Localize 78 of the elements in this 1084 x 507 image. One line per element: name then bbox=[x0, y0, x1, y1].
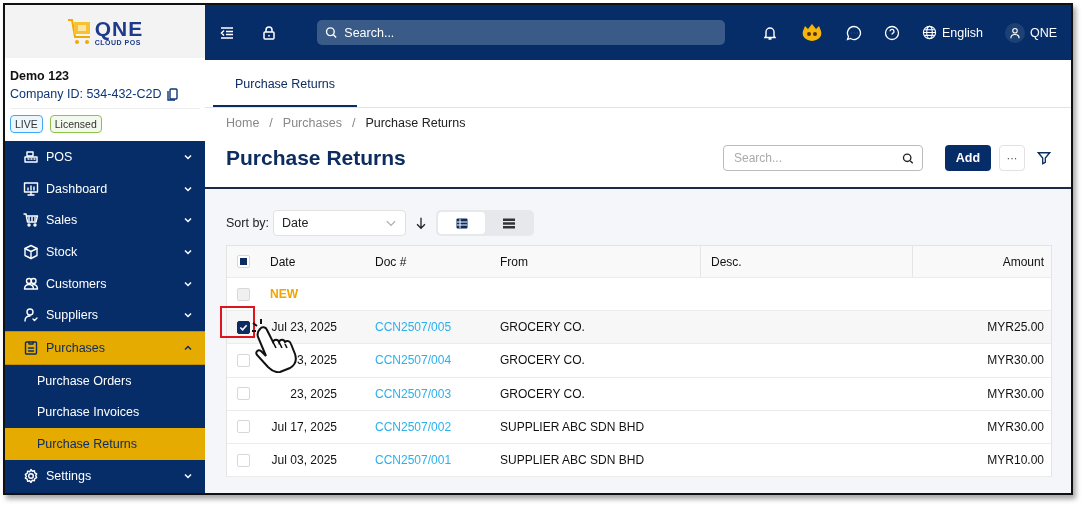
search-icon bbox=[902, 151, 914, 165]
tab[interactable]: Purchase Returns bbox=[213, 77, 358, 107]
breadcrumb-link[interactable]: Purchases bbox=[282, 116, 342, 130]
table-cell: Jul 23, 2025 bbox=[270, 320, 337, 335]
bell-icon[interactable] bbox=[761, 24, 778, 41]
more-button[interactable]: ··· bbox=[999, 145, 1025, 171]
user-icon bbox=[1008, 26, 1021, 39]
breadcrumb-separator: / bbox=[269, 116, 273, 130]
sort-dropdown[interactable]: Date bbox=[273, 210, 407, 236]
menu-icon[interactable] bbox=[219, 24, 235, 41]
table-cell: Jul 17, 2025 bbox=[270, 419, 337, 434]
column-header: Amount bbox=[1002, 254, 1044, 269]
monitor-chart-icon bbox=[23, 180, 39, 197]
filter-icon[interactable] bbox=[1037, 151, 1051, 165]
status-badge: LIVE bbox=[10, 115, 43, 133]
table-cell: MYR25.00 bbox=[987, 320, 1044, 335]
group-label: NEW bbox=[270, 287, 298, 302]
sidebar-item[interactable]: Stock bbox=[5, 236, 205, 268]
chat-icon[interactable] bbox=[845, 24, 862, 41]
column-header: Doc # bbox=[375, 254, 407, 269]
search-icon bbox=[325, 26, 338, 39]
sidebar-item[interactable]: Customers bbox=[5, 267, 205, 300]
table-cell: GROCERY CO. bbox=[500, 353, 585, 368]
users-icon bbox=[23, 275, 39, 292]
table-cell: GROCERY CO. bbox=[500, 320, 585, 335]
sidebar-subitem[interactable]: Purchase Invoices bbox=[5, 396, 205, 429]
language-selector[interactable]: English bbox=[921, 25, 983, 40]
table-cell: MYR10.00 bbox=[987, 453, 1044, 468]
table-cell: GROCERY CO. bbox=[500, 386, 585, 401]
shopping-cart-icon bbox=[66, 16, 93, 47]
company-id: Company ID: 534-432-C2D bbox=[10, 87, 162, 101]
sidebar-item[interactable]: Suppliers bbox=[5, 299, 205, 332]
sidebar-item[interactable]: Purchases bbox=[5, 331, 205, 365]
help-icon[interactable] bbox=[883, 24, 900, 41]
box-icon bbox=[23, 243, 39, 260]
sidebar-item[interactable]: POS bbox=[5, 141, 205, 173]
table-cell: SUPPLIER ABC SDN BHD bbox=[500, 419, 645, 434]
lock-icon[interactable] bbox=[261, 24, 277, 41]
page-title: Purchase Returns bbox=[226, 146, 407, 170]
search-bar[interactable]: Search... bbox=[723, 145, 923, 171]
check-icon bbox=[239, 322, 248, 332]
column-header: Date bbox=[270, 254, 296, 269]
sidebar-item[interactable]: Settings bbox=[5, 459, 205, 492]
breadcrumb-link[interactable]: Home bbox=[226, 116, 260, 130]
cash-register-icon bbox=[23, 148, 39, 165]
sidebar-item[interactable]: Sales bbox=[5, 204, 205, 237]
table-cell: SUPPLIER ABC SDN BHD bbox=[500, 453, 645, 468]
column-header: Desc. bbox=[711, 254, 742, 269]
person-check-icon bbox=[23, 307, 39, 324]
checkbox[interactable] bbox=[237, 320, 250, 334]
cart-icon bbox=[23, 212, 39, 229]
search-bar[interactable]: Search... bbox=[317, 20, 725, 45]
highlight-box bbox=[220, 306, 255, 338]
globe-icon bbox=[921, 25, 937, 40]
gear-icon bbox=[23, 467, 39, 484]
logo-name: QNE bbox=[94, 17, 144, 39]
copy-icon[interactable] bbox=[167, 87, 179, 101]
user-menu[interactable]: QNE bbox=[1004, 22, 1057, 43]
table-cell: Jul 03, 2025 bbox=[270, 453, 337, 468]
status-badge: Licensed bbox=[49, 115, 102, 133]
clipboard-icon bbox=[23, 339, 39, 356]
sidebar-subitem[interactable]: Purchase Orders bbox=[5, 364, 205, 397]
select-all-checkbox[interactable] bbox=[237, 255, 250, 268]
column-header: From bbox=[500, 254, 528, 269]
sort-label: Sort by: bbox=[226, 216, 270, 230]
table-cell: MYR30.00 bbox=[987, 386, 1044, 401]
add-button[interactable]: Add bbox=[945, 145, 991, 171]
table-cell: MYR30.00 bbox=[987, 419, 1044, 434]
company-name: Demo 123 bbox=[10, 69, 71, 83]
search-input[interactable]: Search... bbox=[342, 24, 717, 41]
sidebar-subitem[interactable]: Purchase Returns bbox=[5, 428, 205, 460]
sidebar-item[interactable]: Dashboard bbox=[5, 172, 205, 205]
breadcrumb-current: Purchase Returns bbox=[365, 116, 466, 130]
table-cell: MYR30.00 bbox=[987, 353, 1044, 368]
table-cell-text: 23, 2025 bbox=[289, 386, 337, 401]
table-view-icon[interactable] bbox=[438, 212, 486, 234]
table-cell-text: 3, 2025 bbox=[295, 353, 337, 368]
breadcrumb-separator: / bbox=[351, 116, 356, 130]
